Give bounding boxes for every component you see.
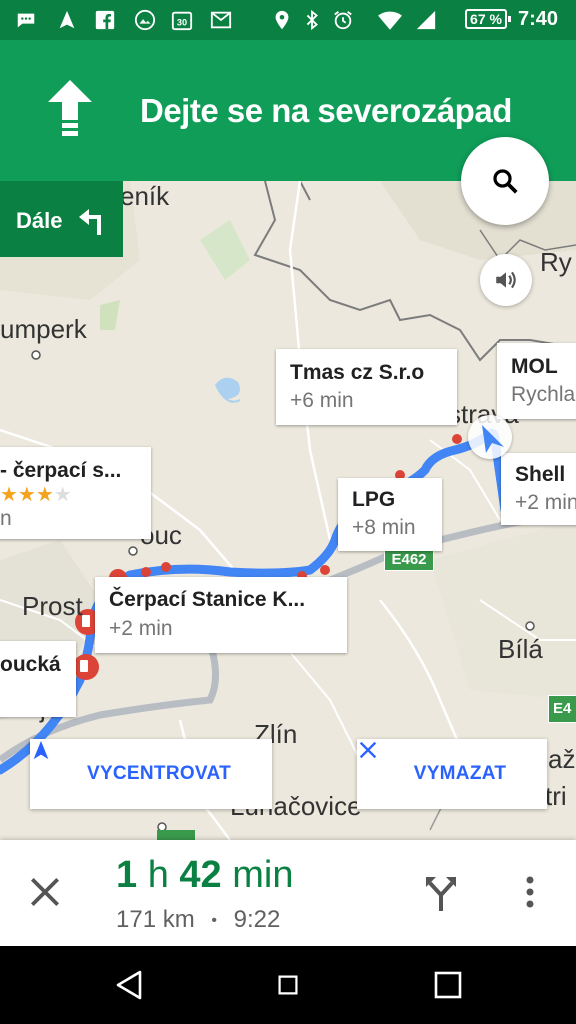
- home-icon[interactable]: [271, 968, 305, 1002]
- trip-distance: 171 km: [116, 906, 195, 933]
- signal-icon: [414, 8, 438, 32]
- callout-mol[interactable]: MOL Rychla: [497, 343, 576, 419]
- recenter-button[interactable]: VYCENTROVAT: [30, 739, 272, 809]
- location-icon: [270, 8, 294, 32]
- trip-details: 171 km • 9:22: [116, 906, 281, 933]
- navigation-arrow-icon: [33, 740, 49, 760]
- road-shield-e4: E4: [548, 695, 576, 723]
- system-navigation-bar: [0, 946, 576, 1024]
- gmail-icon: [209, 8, 233, 32]
- callout-cerpaci-stanice-1[interactable]: - čerpací s... ★★★★ n: [0, 447, 151, 539]
- navigation-instruction: Dejte se na severozápad: [140, 92, 512, 129]
- sound-button[interactable]: [480, 254, 532, 306]
- close-icon: [359, 741, 377, 759]
- bluetooth-icon: [300, 8, 324, 32]
- search-button[interactable]: [461, 137, 549, 225]
- callout-cerpaci-stanice-2[interactable]: Čerpací Stanice K... +2 min: [95, 577, 347, 653]
- town-label-sumperk: umperk: [0, 314, 87, 344]
- current-location-marker: [468, 415, 512, 459]
- calendar-icon: 30: [170, 8, 194, 32]
- town-label-vazs: až: [548, 744, 576, 774]
- facebook-icon: [93, 8, 117, 32]
- rating-stars: ★★★★: [0, 484, 72, 506]
- message-icon: [14, 8, 38, 32]
- turn-straight-arrow-icon: [48, 80, 92, 136]
- alarm-icon: [331, 8, 355, 32]
- trip-summary-panel: 1 h 42 min 171 km • 9:22: [0, 840, 576, 946]
- town-label-yenik: eník: [120, 181, 170, 211]
- callout-shell[interactable]: Shell +2 min: [501, 453, 576, 525]
- wifi-icon: [374, 8, 406, 32]
- clear-button[interactable]: VYMAZAT: [357, 739, 547, 809]
- town-label-bila: Bílá: [498, 634, 543, 664]
- town-label-prostejov: Prost: [22, 591, 83, 621]
- svg-text:30: 30: [177, 18, 187, 28]
- trip-arrival-time: 9:22: [233, 906, 281, 933]
- alternate-routes-icon[interactable]: [424, 873, 458, 911]
- more-options-icon[interactable]: [518, 874, 542, 910]
- volume-icon: [496, 271, 516, 289]
- battery-indicator: 67 %: [465, 9, 511, 29]
- callout-tmas[interactable]: Tmas cz S.r.o +6 min: [276, 349, 457, 425]
- trip-duration: 1 h 42 min: [116, 854, 294, 896]
- recents-icon[interactable]: [431, 968, 465, 1002]
- search-icon: [493, 169, 518, 194]
- next-maneuver-box: Dále: [0, 181, 123, 257]
- navigation-arrow-icon: [55, 8, 79, 32]
- road-shield-e462: E462: [384, 549, 434, 571]
- callout-oucka[interactable]: oucká: [0, 641, 76, 717]
- photos-icon: [133, 8, 157, 32]
- next-maneuver-label: Dále: [16, 208, 63, 233]
- callout-lpg[interactable]: LPG +8 min: [338, 478, 442, 551]
- town-label-stri: tri: [545, 781, 567, 811]
- turn-left-icon: [79, 209, 101, 235]
- town-label-ryc: Ry: [540, 247, 572, 277]
- back-icon[interactable]: [112, 968, 146, 1002]
- status-bar: 30 67 % 7:40: [0, 0, 576, 40]
- clock: 7:40: [518, 8, 559, 30]
- close-navigation-icon[interactable]: [26, 873, 64, 911]
